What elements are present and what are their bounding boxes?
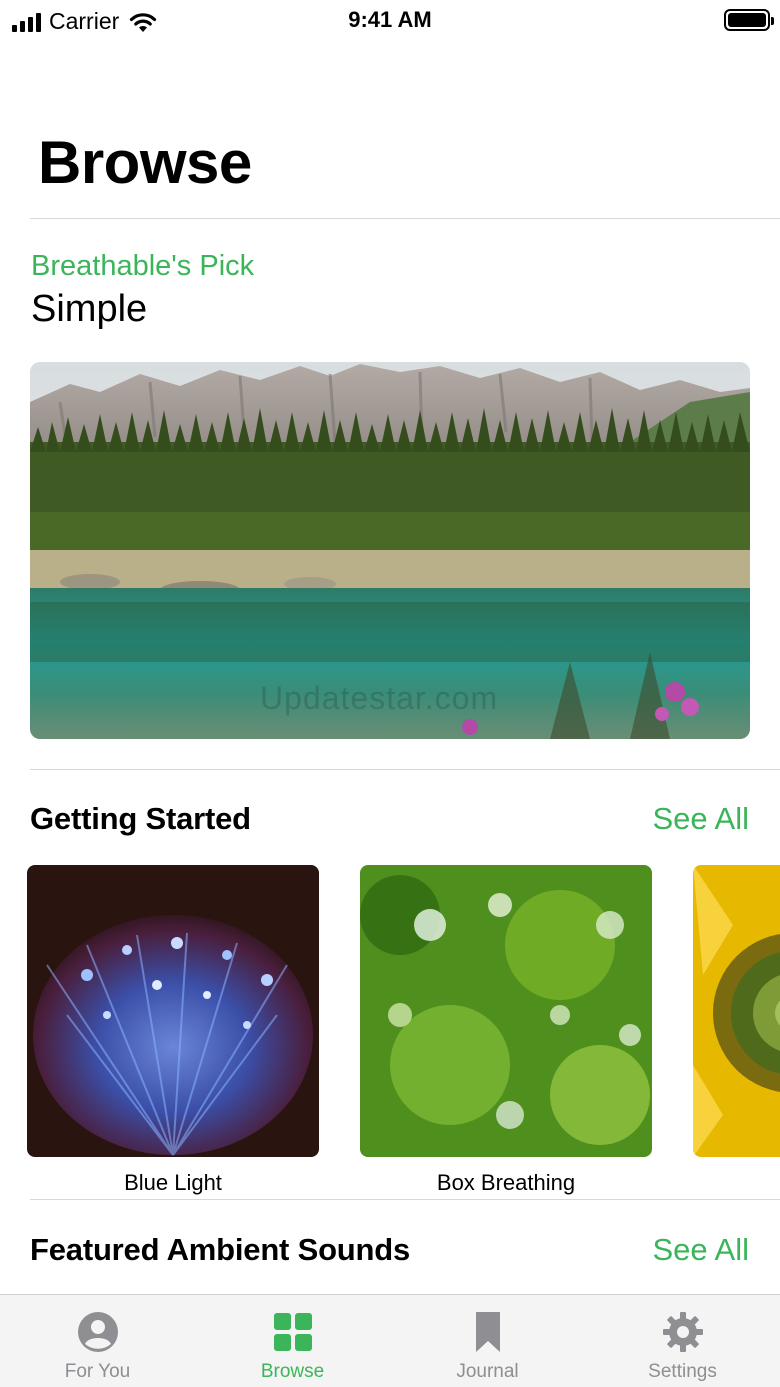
image-watermark: Updatestar.com — [260, 680, 499, 716]
tab-browse[interactable]: Browse — [195, 1295, 390, 1387]
featured-title: Simple — [31, 288, 148, 330]
ambient-sounds-see-all-link[interactable]: See All — [652, 1232, 749, 1268]
page-title: Browse — [38, 129, 252, 196]
ambient-sounds-title: Featured Ambient Sounds — [30, 1232, 411, 1267]
blue-light-label: Blue Light — [124, 1170, 222, 1195]
green-bokeh-image — [360, 865, 652, 1157]
bookmark-icon — [476, 1312, 500, 1352]
tab-settings-label: Settings — [648, 1361, 717, 1382]
getting-started-see-all-link[interactable]: See All — [652, 801, 749, 837]
status-bar: Carrier 9:41 AM — [0, 0, 780, 42]
tab-settings[interactable]: Settings — [585, 1295, 780, 1387]
tab-browse-label: Browse — [260, 1361, 325, 1382]
featured-hero-image[interactable]: Updatestar.com — [30, 362, 750, 739]
sunflower-card[interactable] — [693, 865, 780, 1157]
box-breathing-label: Box Breathing — [436, 1170, 576, 1195]
person-icon — [78, 1312, 118, 1352]
featured-divider — [30, 769, 780, 770]
getting-started-divider — [30, 1199, 780, 1200]
featured-eyebrow: Breathable's Pick — [31, 250, 255, 282]
sunflower-image — [693, 865, 780, 1157]
battery-icon — [724, 9, 774, 31]
box-breathing-card[interactable] — [360, 865, 652, 1157]
header-divider — [30, 218, 780, 219]
blue-light-card[interactable] — [27, 865, 319, 1157]
status-time: 9:41 AM — [348, 7, 432, 32]
tab-for-you-label: For You — [64, 1361, 131, 1382]
gear-icon — [663, 1312, 703, 1352]
tab-for-you[interactable]: For You — [0, 1295, 195, 1387]
tab-journal-label: Journal — [456, 1361, 519, 1382]
tab-journal[interactable]: Journal — [390, 1295, 585, 1387]
getting-started-title: Getting Started — [30, 801, 251, 836]
tab-bar: For You Browse Journal Settings — [0, 1294, 780, 1387]
grid-icon — [274, 1313, 312, 1351]
fiber-optic-image — [27, 865, 319, 1157]
